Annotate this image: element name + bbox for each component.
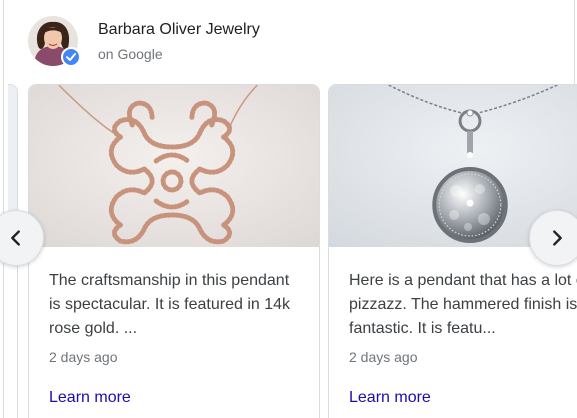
chevron-right-icon bbox=[553, 230, 562, 246]
post-description: Here is a pendant that has a lot of pizz… bbox=[349, 272, 577, 337]
post-panel: Barbara Oliver Jewelry on Google The cra… bbox=[0, 0, 577, 418]
avatar[interactable] bbox=[28, 16, 81, 67]
rose-gold-pendant-image bbox=[29, 85, 319, 247]
business-info: Barbara Oliver Jewelry on Google bbox=[98, 19, 260, 64]
learn-more-link[interactable]: Learn more bbox=[49, 387, 131, 409]
business-name[interactable]: Barbara Oliver Jewelry bbox=[98, 19, 260, 41]
post-description: The craftsmanship in this pendant is spe… bbox=[49, 272, 291, 337]
verified-check-icon bbox=[61, 47, 81, 67]
post-card[interactable]: The craftsmanship in this pendant is spe… bbox=[28, 84, 320, 418]
post-date: 2 days ago bbox=[349, 349, 418, 365]
chevron-left-icon bbox=[11, 230, 20, 246]
business-header: Barbara Oliver Jewelry on Google bbox=[28, 16, 260, 67]
next-button[interactable] bbox=[529, 210, 577, 266]
posts-carousel: The craftsmanship in this pendant is spe… bbox=[8, 84, 577, 418]
learn-more-link[interactable]: Learn more bbox=[349, 387, 431, 409]
source-label: on Google bbox=[98, 45, 163, 62]
post-date: 2 days ago bbox=[49, 349, 118, 365]
